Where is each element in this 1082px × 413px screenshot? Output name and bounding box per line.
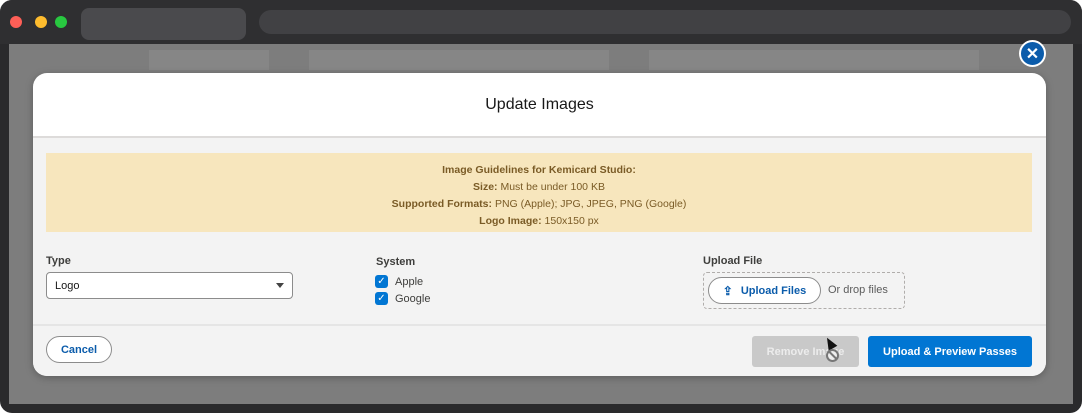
- update-images-modal: Update Images Image Guidelines for Kemic…: [33, 73, 1046, 376]
- modal-footer: Cancel Remove Image Upload & Preview Pas…: [33, 324, 1046, 376]
- image-guidelines-banner: Image Guidelines for Kemicard Studio: Si…: [46, 153, 1032, 232]
- type-label: Type: [46, 255, 71, 267]
- close-icon[interactable]: ✕: [1019, 40, 1046, 67]
- upload-icon: ⇪: [722, 283, 733, 298]
- modal-header: Update Images: [33, 73, 1046, 138]
- upload-files-button[interactable]: ⇪ Upload Files: [708, 277, 821, 304]
- system-option-google[interactable]: ✓ Google: [375, 292, 430, 305]
- modal-body: Image Guidelines for Kemicard Studio: Si…: [33, 138, 1046, 324]
- system-option-label: Apple: [395, 275, 424, 288]
- checkmark-icon[interactable]: ✓: [375, 275, 388, 288]
- close-window-button[interactable]: [10, 16, 22, 28]
- not-allowed-icon: [826, 349, 839, 362]
- browser-window: Update Images Image Guidelines for Kemic…: [0, 0, 1082, 413]
- address-bar[interactable]: [259, 10, 1071, 34]
- backdrop-shape: [649, 50, 979, 70]
- title-bar: [0, 0, 1082, 44]
- upload-preview-passes-button[interactable]: Upload & Preview Passes: [868, 336, 1032, 367]
- backdrop-shape: [309, 50, 609, 70]
- type-select-value: Logo: [55, 280, 80, 292]
- guidelines-heading: Image Guidelines for Kemicard Studio:: [442, 164, 636, 176]
- checkmark-icon[interactable]: ✓: [375, 292, 388, 305]
- backdrop-shape: [149, 50, 269, 70]
- guidelines-size: Size: Must be under 100 KB: [473, 181, 605, 193]
- system-option-label: Google: [395, 292, 431, 305]
- maximize-window-button[interactable]: [55, 16, 67, 28]
- cancel-button[interactable]: Cancel: [46, 336, 112, 363]
- remove-image-button[interactable]: Remove Image: [752, 336, 859, 367]
- file-dropzone[interactable]: ⇪ Upload Files Or drop files: [703, 272, 905, 309]
- chevron-down-icon: [276, 283, 284, 288]
- guidelines-logo: Logo Image: 150x150 px: [479, 215, 599, 227]
- drop-files-text: Or drop files: [828, 284, 888, 296]
- system-label: System: [376, 256, 416, 268]
- modal-title: Update Images: [485, 95, 594, 113]
- type-select[interactable]: Logo: [46, 272, 293, 299]
- upload-file-label: Upload File: [703, 255, 763, 267]
- browser-tab[interactable]: [81, 8, 246, 40]
- guidelines-formats: Supported Formats: PNG (Apple); JPG, JPE…: [391, 198, 687, 210]
- upload-files-label: Upload Files: [740, 284, 807, 297]
- minimize-window-button[interactable]: [35, 16, 47, 28]
- system-option-apple[interactable]: ✓ Apple: [375, 275, 423, 288]
